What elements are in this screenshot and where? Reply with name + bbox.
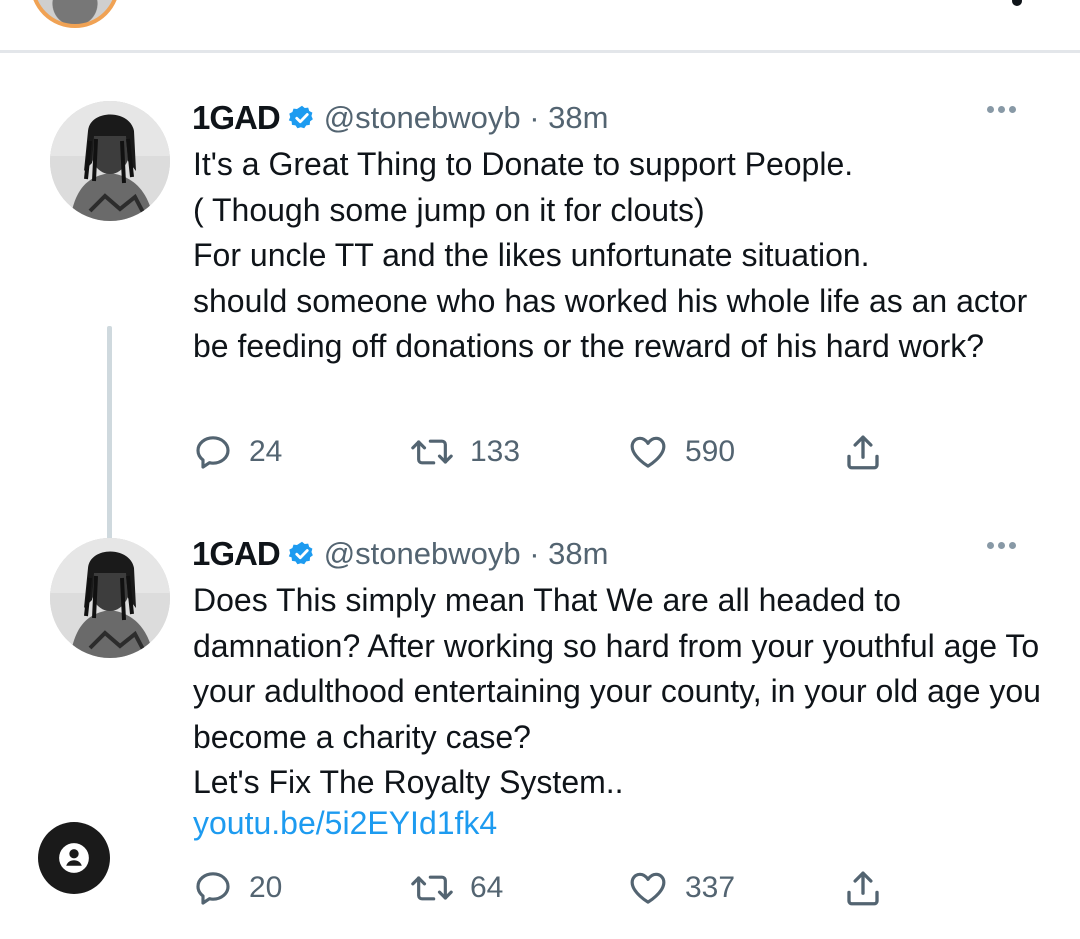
- like-icon: [630, 436, 666, 468]
- like-count: 590: [685, 435, 736, 468]
- share-button[interactable]: [842, 863, 884, 913]
- reply-button[interactable]: 24: [193, 427, 282, 477]
- display-name[interactable]: 1GAD: [192, 535, 281, 573]
- retweet-icon: [411, 439, 453, 465]
- tweet-header: 1GAD @stonebwoyb · 38m: [192, 532, 608, 576]
- avatar-image: [50, 538, 170, 658]
- divider: [0, 50, 1080, 53]
- more-options-icon[interactable]: [987, 106, 1016, 113]
- like-icon: [630, 872, 666, 904]
- tweet-link[interactable]: youtu.be/5i2EYId1fk4: [193, 805, 497, 842]
- handle-and-time[interactable]: @stonebwoyb · 38m: [324, 536, 609, 572]
- retweet-button[interactable]: 133: [410, 427, 520, 477]
- avatar-image: [50, 101, 170, 221]
- reply-icon: [196, 872, 230, 905]
- avatar[interactable]: [50, 538, 170, 658]
- reply-icon: [196, 436, 230, 469]
- account-button[interactable]: [38, 822, 110, 894]
- top-avatar[interactable]: [30, 0, 120, 28]
- share-icon: [847, 435, 879, 470]
- reply-count: 24: [249, 435, 283, 468]
- top-strip: [0, 0, 1080, 52]
- avatar[interactable]: [50, 101, 170, 221]
- like-button[interactable]: 590: [627, 427, 735, 477]
- tweet-actions: 24 133 590: [0, 427, 1080, 477]
- verified-badge-icon: [288, 105, 313, 129]
- retweet-count: 64: [470, 871, 504, 904]
- reply-button[interactable]: 20: [193, 863, 282, 913]
- handle-and-time[interactable]: @stonebwoyb · 38m: [324, 100, 609, 136]
- retweet-button[interactable]: 64: [410, 863, 503, 913]
- retweet-icon: [411, 875, 453, 901]
- display-name[interactable]: 1GAD: [192, 99, 281, 137]
- share-icon: [847, 871, 879, 906]
- tweet-text: Does This simply mean That We are all he…: [193, 582, 1041, 801]
- tweet-text: It's a Great Thing to Donate to support …: [193, 146, 1028, 365]
- verified-badge-icon: [288, 541, 313, 565]
- like-count: 337: [685, 871, 736, 904]
- retweet-count: 133: [470, 435, 521, 468]
- tweet-actions: 20 64 337: [0, 863, 1080, 913]
- account-icon: [59, 843, 89, 873]
- like-button[interactable]: 337: [627, 863, 735, 913]
- reply-count: 20: [249, 871, 283, 904]
- top-menu-icon[interactable]: [1012, 0, 1022, 6]
- share-button[interactable]: [842, 427, 884, 477]
- tweet-header: 1GAD @stonebwoyb · 38m: [192, 96, 608, 140]
- more-options-icon[interactable]: [987, 542, 1016, 549]
